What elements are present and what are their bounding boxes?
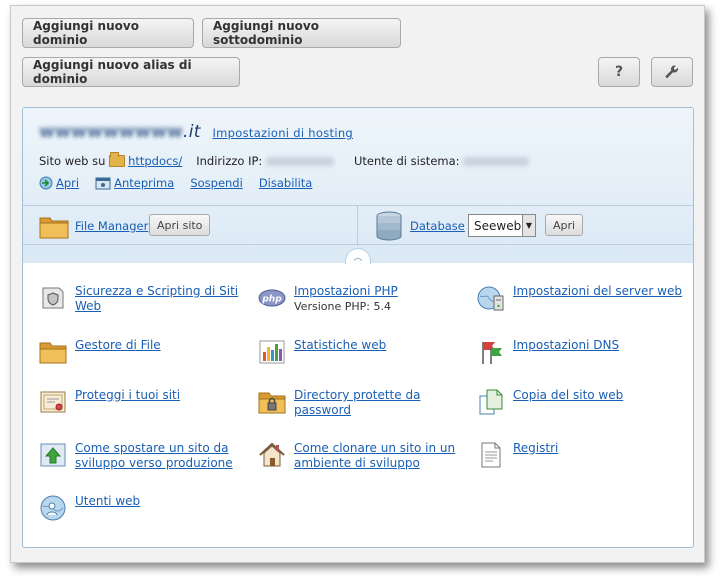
domain-panel: wwwwwwwww.it Impostazioni di hosting Sit… (22, 107, 694, 548)
ip-label: Indirizzo IP: (196, 154, 263, 168)
open-icon (39, 176, 53, 190)
certificate-icon (40, 391, 66, 413)
list-item: php Impostazioni PHP Versione PHP: 5.4 (258, 284, 458, 314)
disable-link[interactable]: Disabilita (259, 176, 313, 190)
ip-value-blurred (265, 156, 334, 166)
svg-text:php: php (261, 295, 282, 305)
open-site-button[interactable]: Apri sito (149, 214, 211, 236)
system-user-value-blurred (463, 156, 530, 166)
php-version-text: Versione PHP: 5.4 (294, 300, 391, 313)
domain-panel-header: wwwwwwwww.it Impostazioni di hosting Sit… (23, 108, 693, 263)
web-server-settings-link[interactable]: Impostazioni del server web (513, 284, 682, 299)
folder-icon (39, 342, 67, 364)
database-icon (376, 211, 402, 241)
database-link[interactable]: Database (410, 219, 465, 233)
web-users-icon (40, 495, 66, 521)
add-domain-alias-button[interactable]: Aggiungi nuovo alias di dominio (22, 57, 240, 87)
house-icon (259, 442, 285, 467)
preview-link[interactable]: Anteprima (114, 176, 174, 190)
list-item: Statistiche web (258, 338, 458, 366)
upload-icon (40, 443, 66, 467)
settings-button[interactable] (651, 57, 693, 87)
web-users-link[interactable]: Utenti web (75, 494, 140, 509)
chart-icon (259, 340, 285, 364)
dns-flags-icon (482, 342, 502, 364)
log-icon (481, 442, 501, 468)
list-item: Directory protette da password (258, 388, 458, 418)
php-settings-link[interactable]: Impostazioni PHP (294, 284, 398, 298)
domain-actions-row: Apri Anteprima Sospendi Disabilita (39, 176, 312, 190)
list-item: Copia del sito web (477, 388, 692, 416)
logs-link[interactable]: Registri (513, 441, 558, 456)
list-item: Gestore di File (39, 338, 239, 366)
clone-to-dev-link[interactable]: Come clonare un sito in un ambiente di s… (294, 441, 458, 471)
list-item: Proteggi i tuoi siti (39, 388, 239, 416)
file-manager-folder-icon (39, 217, 69, 239)
suspend-link[interactable]: Sospendi (190, 176, 243, 190)
hosting-settings-link[interactable]: Impostazioni di hosting (212, 126, 353, 140)
add-domain-button[interactable]: Aggiungi nuovo dominio (22, 18, 194, 48)
copy-icon (479, 389, 503, 415)
shield-icon (42, 287, 64, 309)
password-protected-dirs-link[interactable]: Directory protette da password (294, 388, 458, 418)
database-open-button[interactable]: Apri (545, 214, 584, 236)
wrench-icon (665, 65, 679, 78)
open-link[interactable]: Apri (56, 176, 79, 190)
chevron-up-icon: ︿ (353, 253, 363, 263)
website-on-label: Sito web su (39, 154, 106, 168)
move-dev-to-prod-link[interactable]: Come spostare un sito da sviluppo verso … (75, 441, 239, 471)
tools-separator (357, 206, 358, 246)
security-scripting-link[interactable]: Sicurezza e Scripting di Siti Web (75, 284, 239, 314)
docroot-link[interactable]: httpdocs/ (128, 154, 182, 168)
domain-name-blurred: wwwwwwwww (39, 122, 184, 142)
list-item: Come clonare un sito in un ambiente di s… (258, 441, 458, 471)
server-icon (477, 286, 504, 311)
system-user-label: Utente di sistema: (353, 154, 460, 168)
copy-website-link[interactable]: Copia del sito web (513, 388, 623, 403)
domain-tld: .it (183, 122, 201, 142)
domain-name: wwwwwwwww.it Impostazioni di hosting (39, 122, 353, 142)
add-subdomain-button[interactable]: Aggiungi nuovo sottodominio (202, 18, 401, 48)
file-manager-link[interactable]: File Manager (75, 219, 148, 233)
file-manager-item-link[interactable]: Gestore di File (75, 338, 161, 353)
list-item: Utenti web (39, 494, 239, 522)
database-select[interactable]: Seeweb ▼ (468, 214, 536, 237)
list-item: Impostazioni DNS (477, 338, 692, 366)
dns-settings-link[interactable]: Impostazioni DNS (513, 338, 619, 353)
database-select-value: Seeweb (474, 218, 522, 233)
domain-info-row: Sito web su httpdocs/ Indirizzo IP: Uten… (39, 152, 530, 168)
tools-row: File Manager Apri sito Database Seeweb ▼… (23, 205, 693, 246)
chevron-down-icon: ▼ (522, 215, 535, 236)
help-icon: ? (614, 64, 624, 80)
list-item: Sicurezza e Scripting di Siti Web (39, 284, 239, 314)
preview-action[interactable]: Anteprima (95, 176, 174, 190)
php-settings-group: Impostazioni PHP Versione PHP: 5.4 (294, 284, 398, 314)
list-item: Registri (477, 441, 692, 469)
locked-folder-icon (258, 392, 286, 414)
help-button[interactable]: ? (598, 57, 640, 87)
web-statistics-link[interactable]: Statistiche web (294, 338, 386, 353)
protect-sites-link[interactable]: Proteggi i tuoi siti (75, 388, 180, 403)
php-icon: php (258, 289, 286, 307)
open-action[interactable]: Apri (39, 176, 79, 190)
list-item: Come spostare un sito da sviluppo verso … (39, 441, 239, 471)
preview-icon (95, 177, 111, 189)
list-item: Impostazioni del server web (477, 284, 692, 312)
folder-icon (109, 152, 126, 167)
